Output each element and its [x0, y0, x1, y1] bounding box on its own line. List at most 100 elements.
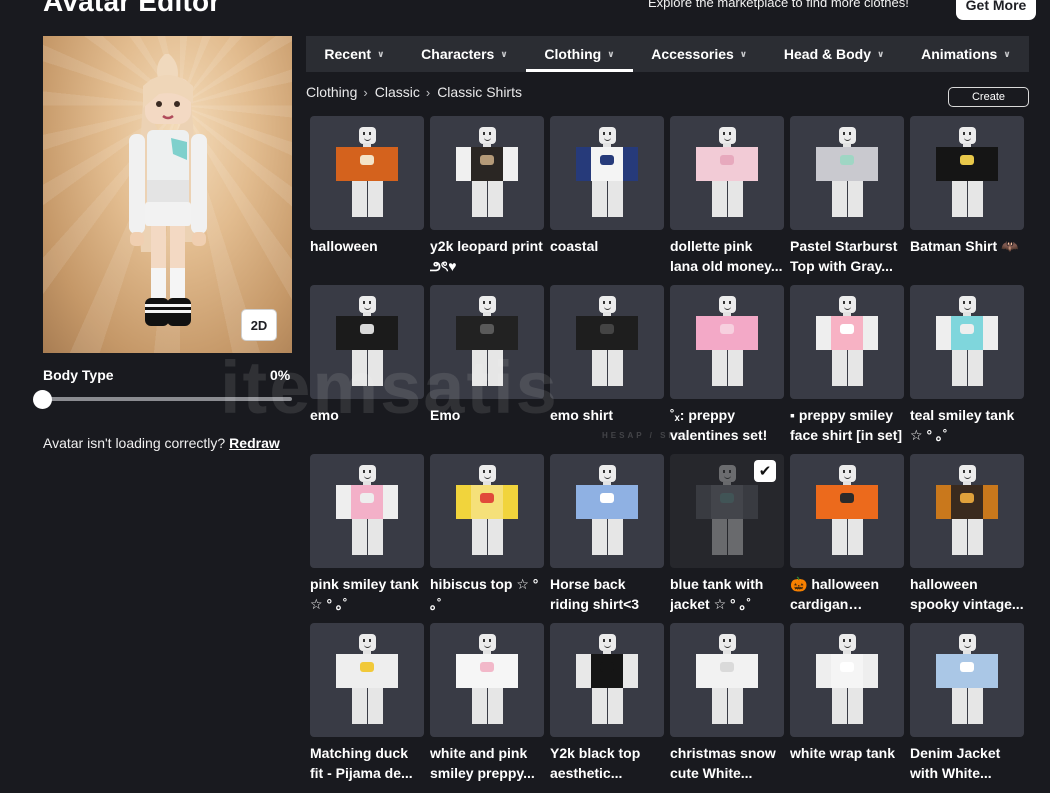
avatar-thumbnail-figure: [933, 127, 1001, 219]
item-card[interactable]: 🎃 halloween cardigan spook...: [790, 454, 904, 623]
tab-label: Head & Body: [783, 46, 872, 62]
item-card[interactable]: emo shirt: [550, 285, 664, 454]
tab-characters[interactable]: Characters ∨: [403, 36, 526, 72]
item-thumbnail[interactable]: [430, 623, 544, 737]
item-card[interactable]: y2k leopard print ౨ৎ♥: [430, 116, 544, 285]
item-thumbnail[interactable]: [790, 285, 904, 399]
item-thumbnail[interactable]: [910, 623, 1024, 737]
tab-animations[interactable]: Animations ∨: [903, 36, 1029, 72]
tab-accessories[interactable]: Accessories ∨: [633, 36, 766, 72]
item-thumbnail[interactable]: [670, 285, 784, 399]
item-thumbnail[interactable]: [310, 285, 424, 399]
body-type-slider-thumb[interactable]: [33, 390, 52, 409]
item-card[interactable]: Horse back riding shirt<3: [550, 454, 664, 623]
item-name[interactable]: coastal: [550, 236, 664, 276]
get-more-button[interactable]: Get More: [956, 0, 1036, 20]
item-thumbnail[interactable]: [790, 116, 904, 230]
avatar-thumbnail-figure: [693, 465, 761, 557]
item-card[interactable]: white wrap tank: [790, 623, 904, 792]
item-name[interactable]: halloween: [310, 236, 424, 276]
item-card[interactable]: Matching duck fit - Pijama de...: [310, 623, 424, 792]
loading-help-text: Avatar isn't loading correctly?: [43, 435, 226, 451]
redraw-link[interactable]: Redraw: [229, 435, 280, 451]
avatar-thumbnail-figure: [333, 634, 401, 726]
item-thumbnail[interactable]: [790, 454, 904, 568]
item-name[interactable]: emo shirt: [550, 405, 664, 445]
item-name[interactable]: y2k leopard print ౨ৎ♥: [430, 236, 544, 276]
item-thumbnail[interactable]: [430, 285, 544, 399]
avatar-thumbnail-figure: [693, 296, 761, 388]
item-name[interactable]: white and pink smiley preppy...: [430, 743, 544, 783]
item-card[interactable]: christmas snow cute White...: [670, 623, 784, 792]
breadcrumb-clothing[interactable]: Clothing: [306, 84, 357, 100]
item-name[interactable]: christmas snow cute White...: [670, 743, 784, 783]
loading-help: Avatar isn't loading correctly? Redraw: [43, 435, 280, 451]
item-name[interactable]: Y2k black top aesthetic...: [550, 743, 664, 783]
item-name[interactable]: Batman Shirt 🦇: [910, 236, 1024, 276]
tab-label: Accessories: [651, 46, 734, 62]
item-name[interactable]: blue tank with jacket ☆ ° ｡˚: [670, 574, 784, 614]
item-card[interactable]: Denim Jacket with White...: [910, 623, 1024, 792]
item-card[interactable]: Emo: [430, 285, 544, 454]
item-thumbnail[interactable]: [670, 623, 784, 737]
item-name[interactable]: Pastel Starburst Top with Gray...: [790, 236, 904, 276]
item-card[interactable]: Pastel Starburst Top with Gray...: [790, 116, 904, 285]
item-card[interactable]: hibiscus top ☆ ° ｡˚: [430, 454, 544, 623]
item-name[interactable]: ˚ₓ: preppy valentines set!: [670, 405, 784, 445]
item-name[interactable]: dollette pink lana old money...: [670, 236, 784, 276]
item-thumbnail[interactable]: [790, 623, 904, 737]
item-card[interactable]: coastal: [550, 116, 664, 285]
item-thumbnail[interactable]: [910, 116, 1024, 230]
item-card[interactable]: ▪ preppy smiley face shirt [in set]: [790, 285, 904, 454]
item-name[interactable]: pink smiley tank ☆ ° ｡˚: [310, 574, 424, 614]
item-thumbnail[interactable]: [910, 285, 1024, 399]
item-thumbnail[interactable]: ✔: [670, 454, 784, 568]
chevron-right-icon: ›: [363, 84, 368, 100]
avatar-thumbnail-figure: [333, 296, 401, 388]
item-card[interactable]: halloween: [310, 116, 424, 285]
chevron-down-icon: ∨: [877, 48, 885, 59]
item-name[interactable]: white wrap tank: [790, 743, 904, 783]
item-card[interactable]: dollette pink lana old money...: [670, 116, 784, 285]
item-name[interactable]: Horse back riding shirt<3: [550, 574, 664, 614]
item-name[interactable]: Matching duck fit - Pijama de...: [310, 743, 424, 783]
item-thumbnail[interactable]: [310, 623, 424, 737]
item-name[interactable]: emo: [310, 405, 424, 445]
item-card[interactable]: ✔ blue tank with jacket ☆ ° ｡˚: [670, 454, 784, 623]
avatar-preview[interactable]: 2D: [43, 36, 292, 353]
tab-head-body[interactable]: Head & Body ∨: [766, 36, 903, 72]
breadcrumb-classic[interactable]: Classic: [375, 84, 420, 100]
item-name[interactable]: halloween spooky vintage...: [910, 574, 1024, 614]
item-card[interactable]: ˚ₓ: preppy valentines set!: [670, 285, 784, 454]
item-thumbnail[interactable]: [550, 623, 664, 737]
item-thumbnail[interactable]: [430, 116, 544, 230]
item-name[interactable]: 🎃 halloween cardigan spook...: [790, 574, 904, 614]
item-card[interactable]: teal smiley tank ☆ ° ｡˚: [910, 285, 1024, 454]
item-thumbnail[interactable]: [550, 285, 664, 399]
item-name[interactable]: ▪ preppy smiley face shirt [in set]: [790, 405, 904, 445]
toggle-2d-button[interactable]: 2D: [241, 309, 277, 341]
tab-clothing[interactable]: Clothing ∨: [526, 36, 633, 72]
item-thumbnail[interactable]: [430, 454, 544, 568]
item-card[interactable]: white and pink smiley preppy...: [430, 623, 544, 792]
item-name[interactable]: teal smiley tank ☆ ° ｡˚: [910, 405, 1024, 445]
avatar-thumbnail-figure: [693, 634, 761, 726]
create-button[interactable]: Create: [948, 87, 1029, 107]
item-thumbnail[interactable]: [550, 116, 664, 230]
item-thumbnail[interactable]: [310, 454, 424, 568]
item-card[interactable]: Batman Shirt 🦇: [910, 116, 1024, 285]
item-name[interactable]: Emo: [430, 405, 544, 445]
item-thumbnail[interactable]: [310, 116, 424, 230]
item-name[interactable]: Denim Jacket with White...: [910, 743, 1024, 783]
item-card[interactable]: halloween spooky vintage...: [910, 454, 1024, 623]
item-card[interactable]: pink smiley tank ☆ ° ｡˚: [310, 454, 424, 623]
tab-recent[interactable]: Recent ∨: [306, 36, 403, 72]
item-card[interactable]: Y2k black top aesthetic...: [550, 623, 664, 792]
item-thumbnail[interactable]: [910, 454, 1024, 568]
item-thumbnail[interactable]: [550, 454, 664, 568]
item-name[interactable]: hibiscus top ☆ ° ｡˚: [430, 574, 544, 614]
checkmark-icon[interactable]: ✔: [754, 460, 776, 482]
body-type-slider-track[interactable]: [43, 397, 292, 401]
item-thumbnail[interactable]: [670, 116, 784, 230]
item-card[interactable]: emo: [310, 285, 424, 454]
